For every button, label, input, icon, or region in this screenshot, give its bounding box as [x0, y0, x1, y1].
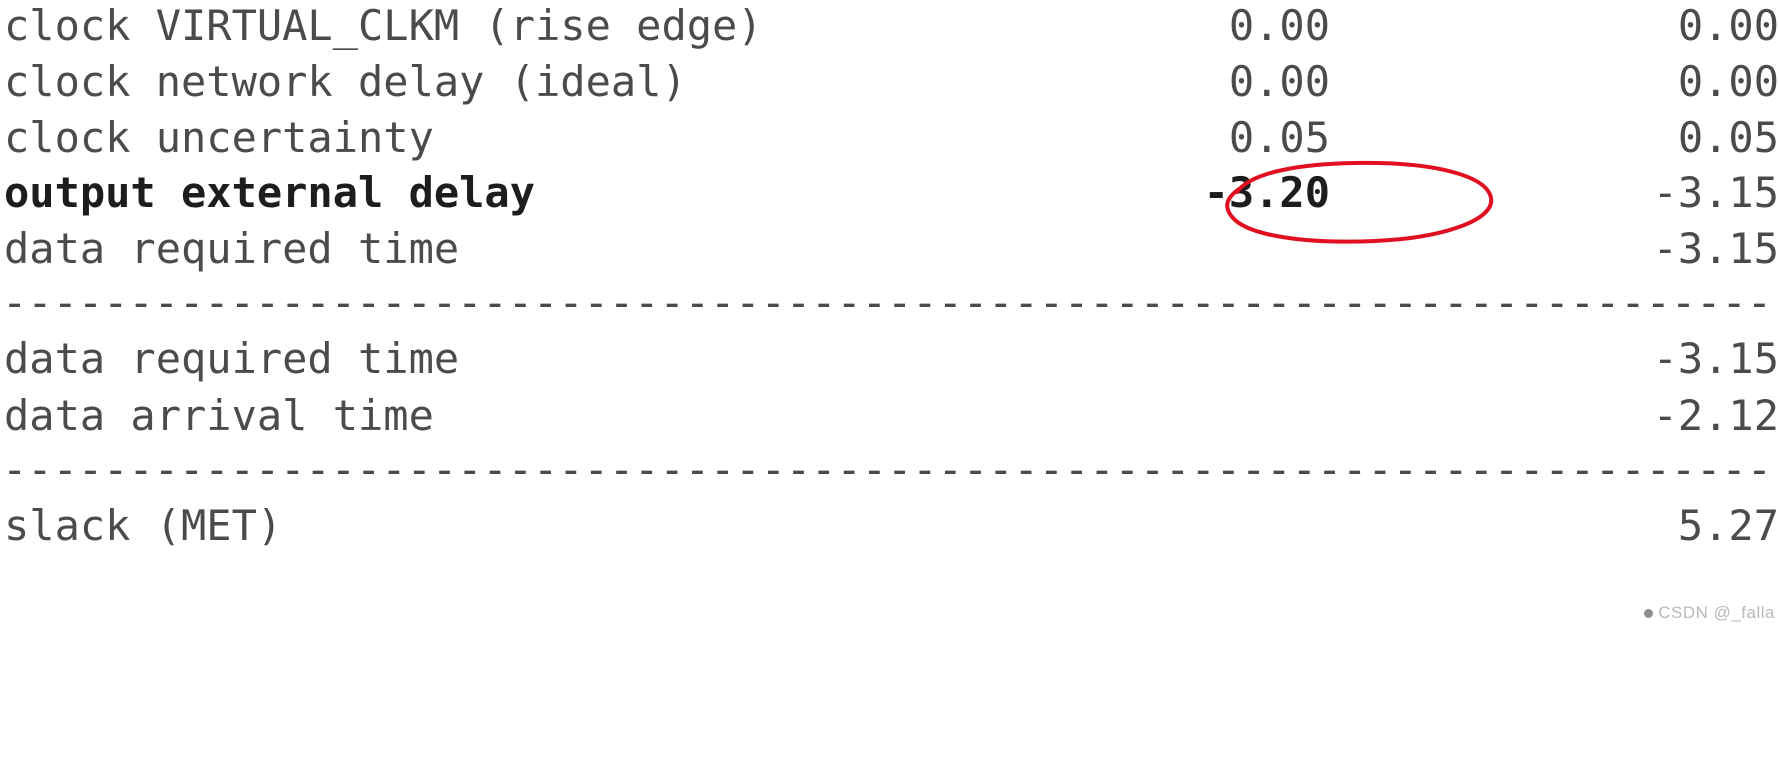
row-label: output external delay [4, 168, 536, 217]
row-path-value: -3.15 [1652, 334, 1779, 383]
dashed-rule-text: ----------------------------------------… [2, 445, 1779, 494]
row-label: data required time [4, 224, 460, 273]
report-row: data arrival time -2.12 [0, 388, 1779, 445]
watermark-text: CSDN @_falla [1658, 603, 1775, 622]
report-row: clock uncertainty 0.05 0.05 [0, 110, 1779, 167]
watermark-dot-icon [1644, 608, 1654, 618]
report-row-slack: slack (MET) 5.27 [0, 498, 1779, 555]
report-row: clock VIRTUAL_CLKM (rise edge) 0.00 0.00 [0, 0, 1779, 55]
row-path-value: -3.15 [1652, 224, 1779, 273]
row-label: data arrival time [4, 391, 434, 440]
row-path-value: 0.05 [1677, 113, 1779, 162]
report-separator-rule: ----------------------------------------… [0, 442, 1779, 499]
row-incr-value: 0.05 [1228, 113, 1330, 162]
row-label: data required time [4, 334, 460, 383]
dashed-rule-text: ----------------------------------------… [2, 278, 1779, 327]
report-separator-rule: ----------------------------------------… [0, 275, 1779, 332]
report-row: clock network delay (ideal) 0.00 0.00 [0, 54, 1779, 111]
row-incr-value: 0.00 [1228, 1, 1330, 50]
report-row: data required time -3.15 [0, 331, 1779, 388]
row-label: slack (MET) [4, 501, 283, 550]
row-label: clock uncertainty [4, 113, 434, 162]
row-label: clock VIRTUAL_CLKM (rise edge) [4, 1, 763, 50]
row-incr-value: 0.00 [1228, 57, 1330, 106]
report-row: data required time -3.15 [0, 221, 1779, 278]
row-path-value: 0.00 [1677, 1, 1779, 50]
row-path-value: 0.00 [1677, 57, 1779, 106]
row-label: clock network delay (ideal) [4, 57, 687, 106]
report-row-output-external-delay: output external delay -3.20 -3.15 [0, 165, 1779, 222]
row-path-value: 5.27 [1677, 501, 1779, 550]
row-path-value: -2.12 [1652, 391, 1779, 440]
row-path-value: -3.15 [1652, 168, 1779, 217]
row-incr-value-highlighted: -3.20 [1203, 168, 1330, 217]
timing-report: clock VIRTUAL_CLKM (rise edge) 0.00 0.00… [0, 0, 1779, 627]
watermark: CSDN @_falla [1644, 603, 1775, 623]
